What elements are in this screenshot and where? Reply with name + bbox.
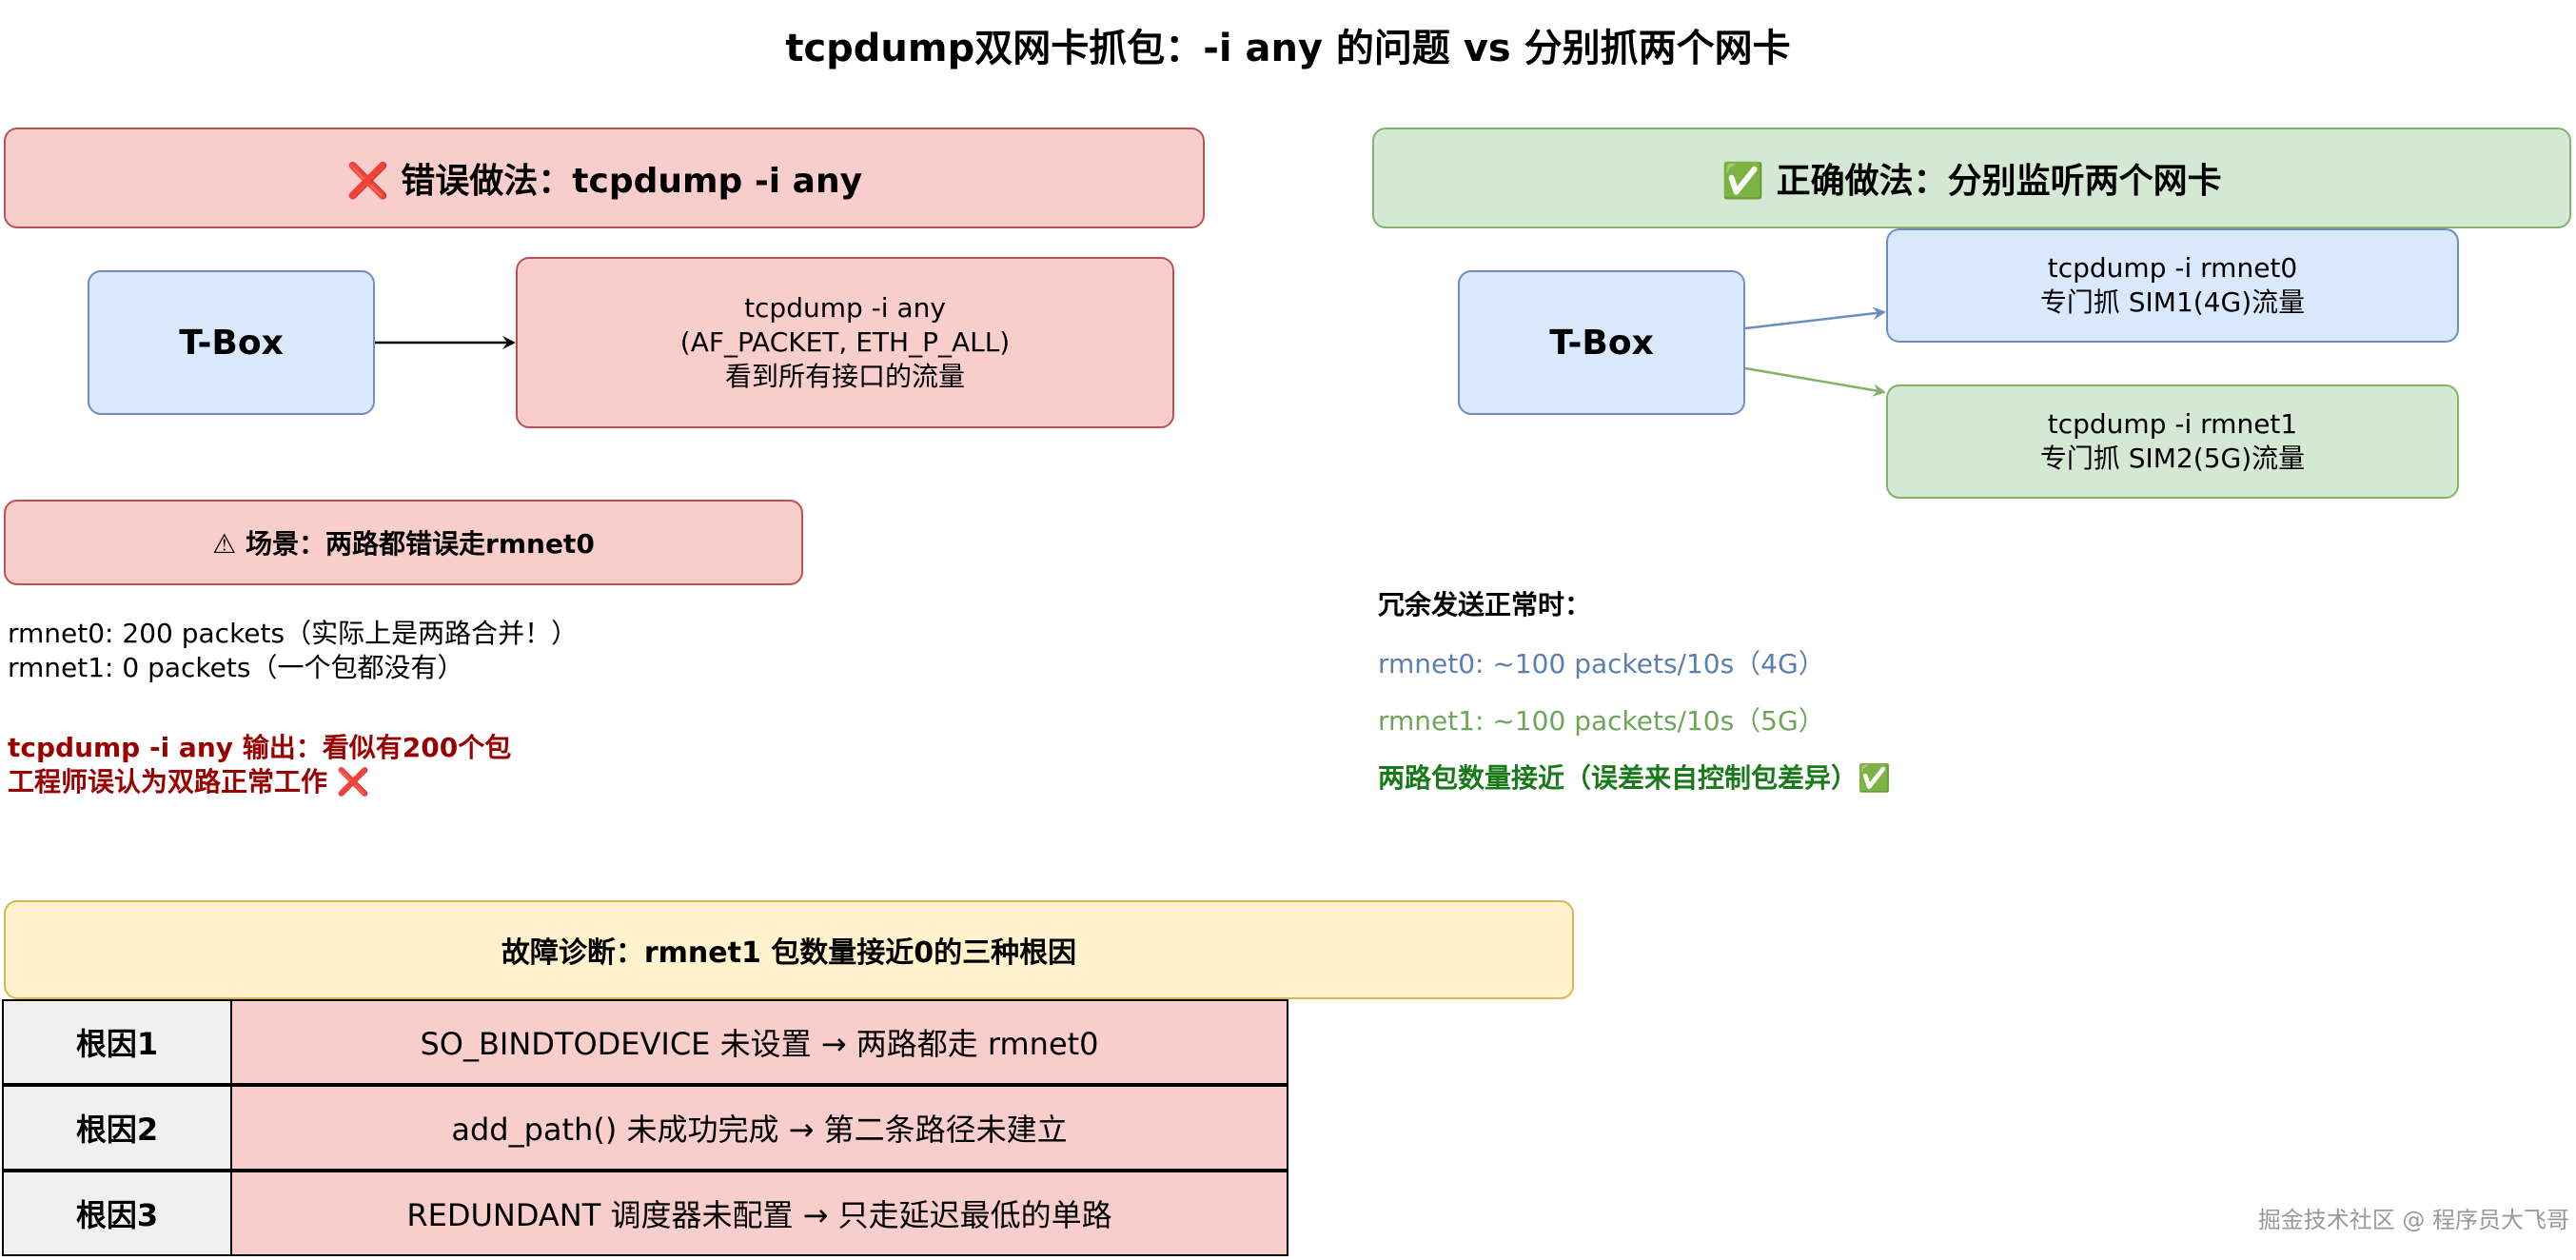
wrong-packet-stats: rmnet0: 200 packets（实际上是两路合并！） rmnet1: 0… xyxy=(8,618,579,683)
tbox-node-wrong: T-Box xyxy=(88,270,375,415)
wrong-conclusion: tcpdump -i any 输出：看似有200个包 工程师误认为双路正常工作 … xyxy=(8,732,512,797)
arrow-tbox-to-rmnet0 xyxy=(1744,306,1886,330)
watermark: 掘金技术社区 @ 程序员大飞哥 xyxy=(2257,1207,2569,1233)
arrow-tbox-to-rmnet1 xyxy=(1744,366,1886,397)
normal-redundancy-label: 冗余发送正常时： xyxy=(1378,589,1592,620)
tcpdump-rmnet0-node: tcpdump -i rmnet0 专门抓 SIM1(4G)流量 xyxy=(1886,228,2459,343)
root-cause-text-3: REDUNDANT 调度器未配置 → 只走延迟最低的单路 xyxy=(230,1171,1288,1256)
right-summary: 两路包数量接近（误差来自控制包差异）✅ xyxy=(1378,762,1891,794)
rmnet0-rate: rmnet0: ~100 packets/10s（4G） xyxy=(1378,648,1825,679)
root-cause-label-2: 根因2 xyxy=(2,1085,232,1171)
wrong-approach-header: ❌ 错误做法：tcpdump -i any xyxy=(4,128,1205,228)
rmnet1-rate: rmnet1: ~100 packets/10s（5G） xyxy=(1378,705,1825,737)
root-cause-label-1: 根因1 xyxy=(2,999,232,1085)
tcpdump-any-node: tcpdump -i any (AF_PACKET, ETH_P_ALL) 看到… xyxy=(516,257,1174,428)
tcpdump-rmnet1-node: tcpdump -i rmnet1 专门抓 SIM2(5G)流量 xyxy=(1886,384,2459,499)
right-approach-header: ✅ 正确做法：分别监听两个网卡 xyxy=(1372,128,2571,228)
diagnosis-header: 故障诊断：rmnet1 包数量接近0的三种根因 xyxy=(4,900,1574,999)
root-cause-text-1: SO_BINDTODEVICE 未设置 → 两路都走 rmnet0 xyxy=(230,999,1288,1085)
root-cause-text-2: add_path() 未成功完成 → 第二条路径未建立 xyxy=(230,1085,1288,1171)
tbox-node-right: T-Box xyxy=(1458,270,1745,415)
scenario-banner: ⚠ 场景：两路都错误走rmnet0 xyxy=(4,500,803,585)
root-cause-label-3: 根因3 xyxy=(2,1171,232,1256)
